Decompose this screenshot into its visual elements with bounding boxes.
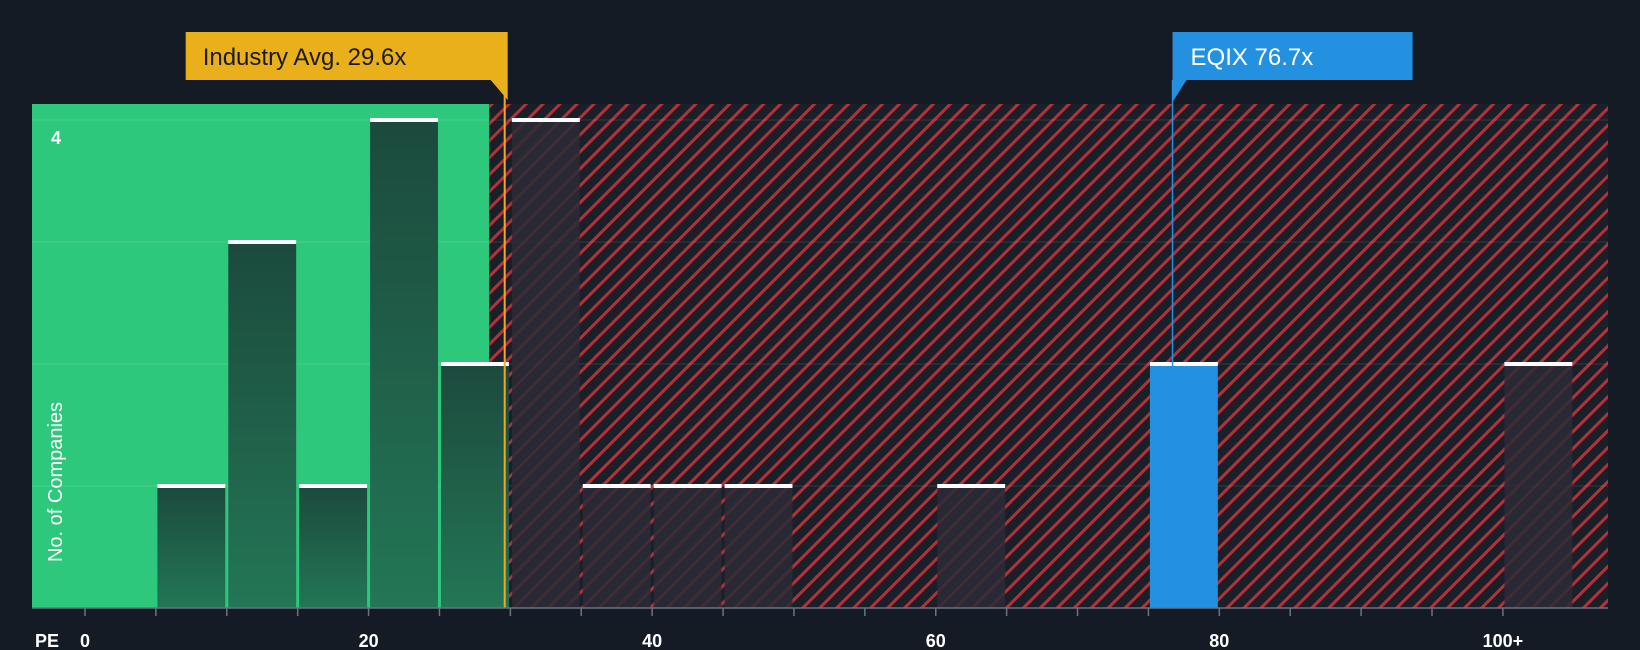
y-tick-label: 4 [51, 128, 61, 148]
bar-cap [157, 484, 226, 488]
bar-cap [1504, 362, 1573, 366]
x-axis-title: PE [35, 631, 59, 650]
bar-cap [511, 118, 580, 122]
histogram-bar [937, 486, 1006, 608]
x-tick-label: 100+ [1483, 631, 1524, 650]
bar-cap [299, 484, 368, 488]
bar-cap [724, 484, 793, 488]
histogram-bar [724, 486, 793, 608]
histogram-bar [299, 486, 368, 608]
bar-cap [582, 484, 651, 488]
pe-distribution-chart: Industry Avg. 29.6x EQIX 76.7x 0 20 40 60 80 1… [32, 32, 1608, 650]
company-bar [1149, 364, 1218, 608]
bar-cap [370, 118, 438, 122]
industry-average-label: Industry Avg. 29.6x [203, 44, 407, 71]
histogram-bar [653, 486, 722, 608]
histogram-bar [582, 486, 651, 608]
x-tick-label: 20 [359, 631, 379, 650]
x-tick-label: 0 [80, 631, 90, 650]
histogram-bar [1504, 364, 1573, 608]
bar-cap [937, 484, 1006, 488]
bar-cap [653, 484, 722, 488]
bar-cap [440, 362, 509, 366]
bar-cap [228, 240, 297, 244]
x-tick-label: 80 [1209, 631, 1229, 650]
x-tick-label: 40 [642, 631, 662, 650]
x-tick-label: 60 [926, 631, 946, 650]
histogram-bar [370, 120, 438, 608]
histogram-bar [440, 364, 509, 608]
company-label: EQIX 76.7x [1191, 44, 1314, 71]
histogram-bar [157, 486, 226, 608]
bar-cap [1149, 362, 1218, 366]
histogram-bar [228, 242, 297, 608]
histogram-bar [511, 120, 580, 608]
y-axis-title: No. of Companies [45, 402, 67, 562]
